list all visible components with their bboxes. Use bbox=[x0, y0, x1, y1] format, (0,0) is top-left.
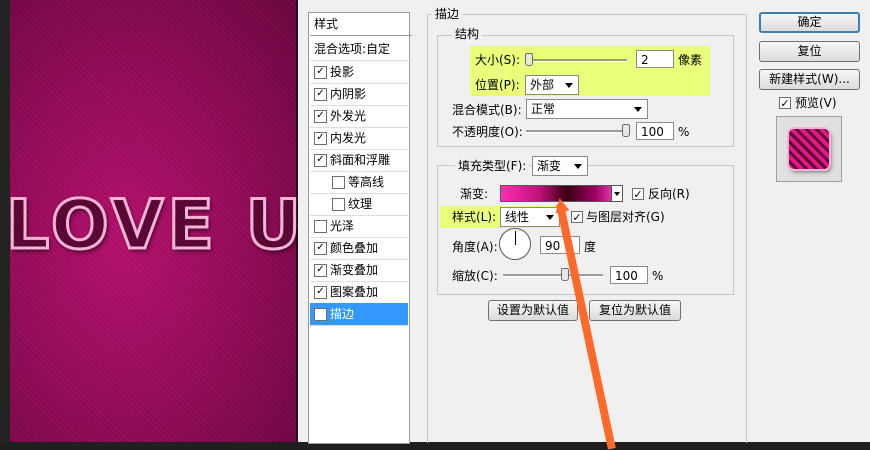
scale-input[interactable]: 100 bbox=[610, 266, 648, 284]
style-item-inner-shadow[interactable]: ✓ 内阴影 bbox=[310, 83, 408, 106]
angle-label: 角度(A): bbox=[452, 240, 498, 254]
gradient-label: 渐变: bbox=[460, 187, 489, 201]
style-item-label: 图案叠加 bbox=[330, 285, 379, 299]
chevron-down-icon bbox=[574, 164, 582, 169]
opacity-input[interactable]: 100 bbox=[636, 122, 674, 140]
style-item-texture[interactable]: 纹理 bbox=[310, 193, 408, 216]
size-slider-thumb[interactable] bbox=[525, 53, 533, 66]
style-item-label: 渐变叠加 bbox=[330, 263, 379, 277]
reverse-checkbox[interactable]: ✓ bbox=[632, 188, 644, 201]
stroke-group-title: 描边 bbox=[432, 7, 463, 21]
angle-dial[interactable] bbox=[499, 228, 531, 260]
size-label: 大小(S): bbox=[475, 53, 521, 67]
checkbox[interactable] bbox=[332, 176, 345, 189]
checkbox[interactable]: ✓ bbox=[314, 66, 327, 79]
scale-label: 缩放(C): bbox=[452, 269, 498, 283]
style-item-satin[interactable]: 光泽 bbox=[310, 215, 408, 238]
opacity-slider[interactable] bbox=[526, 130, 628, 133]
checkbox[interactable]: ✓ bbox=[314, 242, 327, 255]
reset-button[interactable]: 复位 bbox=[759, 41, 860, 62]
scale-unit: % bbox=[652, 269, 664, 283]
checkbox[interactable]: ✓ bbox=[314, 154, 327, 167]
style-item-drop-shadow[interactable]: ✓ 投影 bbox=[310, 61, 408, 84]
position-value: 外部 bbox=[530, 78, 555, 92]
style-item-label: 投影 bbox=[330, 65, 355, 79]
scale-slider[interactable] bbox=[503, 274, 603, 277]
preview-swatch bbox=[789, 129, 829, 169]
position-select[interactable]: 外部 bbox=[525, 75, 579, 95]
style-item-label: 描边 bbox=[330, 307, 355, 321]
chevron-down-icon bbox=[565, 83, 573, 88]
style-item-inner-glow[interactable]: ✓ 内发光 bbox=[310, 127, 408, 150]
blend-mode-label: 混合模式(B): bbox=[452, 103, 522, 117]
style-item-label: 内阴影 bbox=[330, 87, 367, 101]
size-unit: 像素 bbox=[678, 53, 703, 67]
checkbox[interactable]: ✓ bbox=[314, 132, 327, 145]
angle-needle bbox=[515, 231, 516, 245]
checkbox[interactable]: ✓ bbox=[314, 264, 327, 277]
structure-group-title: 结构 bbox=[452, 27, 483, 41]
blend-mode-value: 正常 bbox=[531, 102, 556, 116]
fill-type-select[interactable]: 渐变 bbox=[532, 156, 588, 176]
style-label: 样式(L): bbox=[452, 210, 497, 224]
opacity-label: 不透明度(O): bbox=[452, 125, 523, 139]
style-item-outer-glow[interactable]: ✓ 外发光 bbox=[310, 105, 408, 128]
set-default-button[interactable]: 设置为默认值 bbox=[488, 300, 578, 321]
reverse-label: 反向(R) bbox=[648, 187, 690, 201]
checkbox[interactable]: ✓ bbox=[314, 308, 327, 321]
opacity-slider-thumb[interactable] bbox=[622, 124, 630, 137]
opacity-unit: % bbox=[678, 125, 690, 139]
ok-button[interactable]: 确定 bbox=[759, 12, 860, 33]
style-item-label: 颜色叠加 bbox=[330, 241, 379, 255]
new-style-button[interactable]: 新建样式(W)... bbox=[759, 69, 860, 90]
style-value: 线性 bbox=[505, 210, 530, 224]
style-item-label: 内发光 bbox=[330, 131, 367, 145]
size-slider[interactable] bbox=[525, 59, 627, 62]
styles-list: 样式 混合选项:自定 ✓ 投影 ✓ 内阴影 ✓ 外发光 ✓ 内发光 ✓ 斜面和浮雕 等高线… bbox=[308, 12, 412, 444]
style-item-gradient-overlay[interactable]: ✓ 渐变叠加 bbox=[310, 259, 408, 282]
size-input[interactable]: 2 bbox=[636, 50, 674, 68]
style-item-pattern-overlay[interactable]: ✓ 图案叠加 bbox=[310, 281, 408, 304]
reset-default-button[interactable]: 复位为默认值 bbox=[589, 300, 681, 321]
style-item-label: 光泽 bbox=[330, 219, 355, 233]
checkbox[interactable]: ✓ bbox=[314, 286, 327, 299]
checkbox[interactable]: ✓ bbox=[314, 110, 327, 123]
chevron-down-icon bbox=[634, 107, 642, 112]
fill-type-label: 填充类型(F): bbox=[455, 157, 530, 175]
angle-unit: 度 bbox=[584, 240, 597, 254]
style-select[interactable]: 线性 bbox=[500, 207, 560, 227]
blend-mode-select[interactable]: 正常 bbox=[526, 99, 648, 119]
checkbox[interactable] bbox=[314, 220, 327, 233]
style-item-contour[interactable]: 等高线 bbox=[310, 171, 408, 194]
scale-slider-thumb[interactable] bbox=[561, 268, 569, 281]
preview-label: 预览(V) bbox=[795, 96, 837, 110]
style-item-label: 等高线 bbox=[348, 175, 385, 189]
style-item-color-overlay[interactable]: ✓ 颜色叠加 bbox=[310, 237, 408, 260]
style-item-bevel-emboss[interactable]: ✓ 斜面和浮雕 bbox=[310, 149, 408, 172]
styles-list-title: 样式 bbox=[310, 13, 412, 36]
preview-checkbox[interactable]: ✓ bbox=[779, 97, 791, 110]
art-text: LOVE U bbox=[5, 185, 298, 267]
style-preview bbox=[776, 116, 842, 182]
style-item-label: 斜面和浮雕 bbox=[330, 153, 391, 167]
checkbox[interactable] bbox=[332, 198, 345, 211]
artboard: LOVE U bbox=[5, 0, 298, 442]
style-item-label: 纹理 bbox=[348, 197, 373, 211]
style-item-stroke[interactable]: ✓ 描边 bbox=[310, 303, 408, 326]
chevron-down-icon bbox=[546, 215, 554, 220]
style-item-label: 外发光 bbox=[330, 109, 367, 123]
blend-options-item[interactable]: 混合选项:自定 bbox=[310, 38, 412, 61]
chevron-down-icon bbox=[614, 192, 620, 196]
checkbox[interactable]: ✓ bbox=[314, 88, 327, 101]
align-label: 与图层对齐(G) bbox=[586, 210, 665, 224]
position-label: 位置(P): bbox=[475, 78, 520, 92]
document-canvas[interactable]: LOVE U bbox=[0, 0, 298, 442]
gradient-dropdown[interactable] bbox=[612, 185, 623, 202]
align-checkbox[interactable]: ✓ bbox=[571, 211, 583, 224]
fill-type-value: 渐变 bbox=[537, 159, 562, 173]
